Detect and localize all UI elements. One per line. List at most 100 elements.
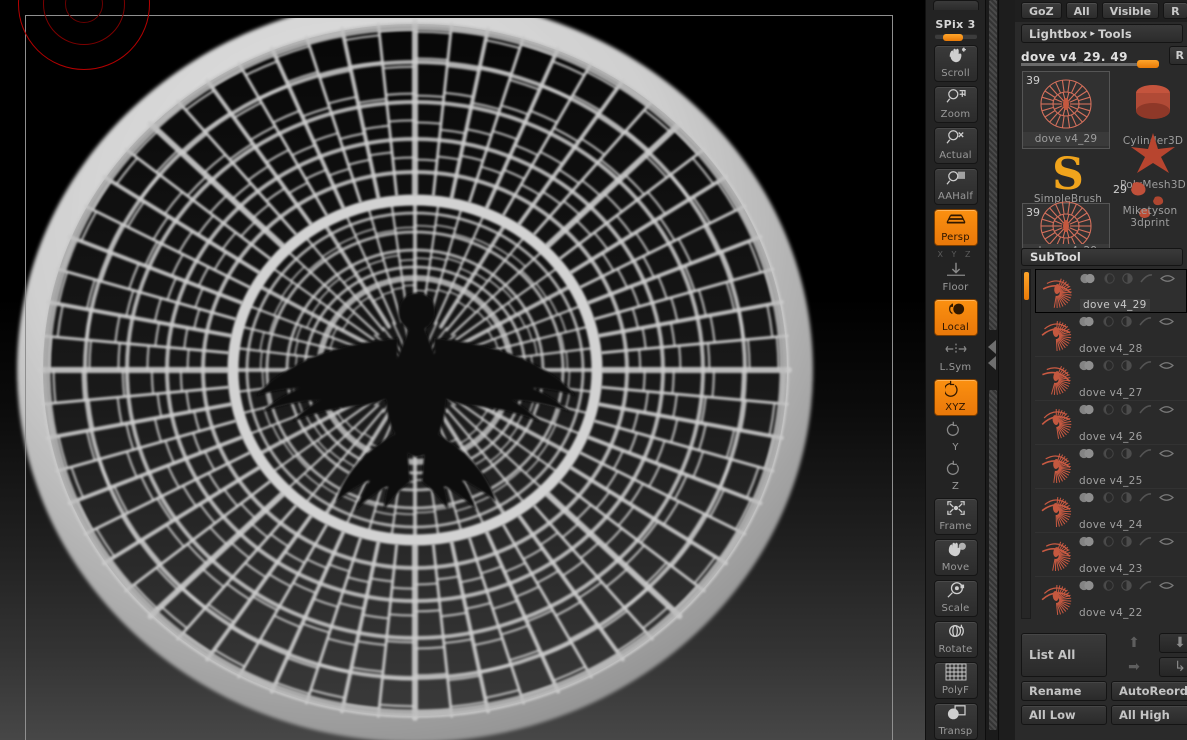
subtool-row[interactable]: dove v4_26 (1035, 401, 1187, 445)
contrast-icon[interactable] (1121, 404, 1132, 418)
canvas-vertical-scrollbar[interactable] (985, 0, 999, 740)
current-tool-slider[interactable]: dove v4_29. 49 R (1021, 47, 1183, 67)
contrast-icon[interactable] (1121, 448, 1132, 462)
eye-icon[interactable] (1159, 404, 1174, 418)
tool-button-transp[interactable]: Transp (934, 703, 978, 740)
spix-knob[interactable] (943, 34, 963, 41)
moon-icon[interactable] (1104, 273, 1115, 287)
tool-button-polyf[interactable]: PolyF (934, 662, 978, 699)
eye-icon[interactable] (1159, 580, 1174, 594)
subtool-row[interactable]: dove v4_24 (1035, 489, 1187, 533)
tool-button-l-sym[interactable]: L.Sym (934, 340, 978, 375)
subtool-row-icons[interactable] (1079, 448, 1174, 462)
palette-top-buttons[interactable]: GoZAllVisibleR (1015, 0, 1187, 22)
tool-button-floor[interactable]: Floor (934, 260, 978, 295)
subtool-list[interactable]: dove v4_29dove v4_28dove v4_27dove v4_26… (1021, 269, 1187, 619)
visibility-toggle-icon[interactable] (1079, 536, 1096, 550)
slash-icon[interactable] (1139, 316, 1152, 330)
contrast-icon[interactable] (1121, 536, 1132, 550)
subtool-autoreorder-button[interactable]: AutoReorder (1111, 681, 1187, 701)
palette-button-all[interactable]: All (1066, 2, 1098, 19)
contrast-icon[interactable] (1121, 492, 1132, 506)
contrast-icon[interactable] (1121, 580, 1132, 594)
tool-button-z[interactable]: Z (934, 459, 978, 494)
palette-button-visible[interactable]: Visible (1102, 2, 1160, 19)
subtool-move-up-button[interactable]: ⬆ (1113, 633, 1155, 653)
slash-icon[interactable] (1139, 404, 1152, 418)
moon-icon[interactable] (1103, 404, 1114, 418)
eye-icon[interactable] (1159, 360, 1174, 374)
tool-button-persp[interactable]: Persp (934, 209, 978, 246)
visibility-toggle-icon[interactable] (1079, 360, 1096, 374)
tool-button-scale[interactable]: Scale (934, 580, 978, 617)
eye-icon[interactable] (1160, 273, 1175, 287)
subtool-row-icons[interactable] (1079, 536, 1174, 550)
contrast-icon[interactable] (1122, 273, 1133, 287)
eye-icon[interactable] (1159, 448, 1174, 462)
subtool-all-low-button[interactable]: All Low (1021, 705, 1107, 725)
contrast-icon[interactable] (1121, 316, 1132, 330)
subtool-row-icons[interactable] (1079, 316, 1174, 330)
subtool-rename-button[interactable]: Rename (1021, 681, 1107, 701)
moon-icon[interactable] (1103, 360, 1114, 374)
tool-button-scroll[interactable]: Scroll (934, 45, 978, 82)
subtool-row[interactable]: dove v4_25 (1035, 445, 1187, 489)
document-canvas[interactable] (0, 0, 925, 740)
visibility-toggle-icon[interactable] (1079, 580, 1096, 594)
tool-button-xyz[interactable]: XYZ (934, 379, 978, 416)
moon-icon[interactable] (1103, 536, 1114, 550)
subtool-row-icons[interactable] (1080, 273, 1175, 287)
subtool-buttons[interactable]: List All⬆⬇➡↳RenameAutoReorderAll LowAll … (1021, 633, 1187, 729)
spix-track[interactable] (935, 34, 977, 39)
eye-icon[interactable] (1159, 536, 1174, 550)
moon-icon[interactable] (1103, 448, 1114, 462)
tool-slider-knob[interactable] (1137, 60, 1159, 68)
palette-button-goz[interactable]: GoZ (1021, 2, 1062, 19)
tool-thumbnail-dove-v4-29[interactable]: 39dove v4_29 (1022, 71, 1110, 149)
slash-icon[interactable] (1139, 580, 1152, 594)
visibility-toggle-icon[interactable] (1079, 316, 1096, 330)
moon-icon[interactable] (1103, 580, 1114, 594)
tool-button-local[interactable]: Local (934, 299, 978, 336)
subtool-row[interactable]: dove v4_22 (1035, 577, 1187, 619)
slash-icon[interactable] (1139, 360, 1152, 374)
moon-icon[interactable] (1103, 492, 1114, 506)
scrollbar-thumb-lower[interactable] (989, 390, 997, 730)
tool-thumbnail-grid[interactable]: 39dove v4_29Cylinder3DPolyMesh3DSSimpleB… (1022, 71, 1187, 253)
slash-icon[interactable] (1140, 273, 1153, 287)
eye-icon[interactable] (1159, 492, 1174, 506)
lightbox-tools-bar[interactable]: Lightbox ▸ Tools (1021, 24, 1183, 43)
tool-thumbnail-miketyson-3dprint[interactable]: 29Miketyson 3dprint (1110, 181, 1187, 231)
subtool-row-icons[interactable] (1079, 580, 1174, 594)
palette-button-r[interactable]: R (1163, 2, 1187, 19)
subtool-row[interactable]: dove v4_29 (1035, 269, 1187, 313)
subtool-move-down-button[interactable]: ⬇ (1159, 633, 1187, 653)
spix-slider[interactable]: SPix 3 (926, 18, 985, 39)
slash-icon[interactable] (1139, 536, 1152, 550)
subtool-row-icons[interactable] (1079, 360, 1174, 374)
scroll-arrow-up-icon[interactable] (988, 340, 996, 354)
subtool-row[interactable]: dove v4_28 (1035, 313, 1187, 357)
visibility-toggle-icon[interactable] (1080, 273, 1097, 287)
tool-button-frame[interactable]: Frame (934, 498, 978, 535)
subtool-row-icons[interactable] (1079, 404, 1174, 418)
contrast-icon[interactable] (1121, 360, 1132, 374)
subtool-move-corner-button[interactable]: ↳ (1159, 657, 1187, 677)
moon-icon[interactable] (1103, 316, 1114, 330)
tool-button-y[interactable]: Y (934, 420, 978, 455)
tool-button-zoom[interactable]: Zoom (934, 86, 978, 123)
visibility-toggle-icon[interactable] (1079, 492, 1096, 506)
tool-button-actual[interactable]: Actual (934, 127, 978, 164)
tool-button-move[interactable]: Move (934, 539, 978, 576)
slash-icon[interactable] (1139, 448, 1152, 462)
slash-icon[interactable] (1139, 492, 1152, 506)
subtool-row[interactable]: dove v4_23 (1035, 533, 1187, 577)
palette-r-button[interactable]: R (1169, 46, 1187, 65)
subtool-row[interactable]: dove v4_27 (1035, 357, 1187, 401)
tool-button-rotate[interactable]: Rotate (934, 621, 978, 658)
tool-button-aahalf[interactable]: AAHalf (934, 168, 978, 205)
eye-icon[interactable] (1159, 316, 1174, 330)
scroll-arrow-down-icon[interactable] (988, 356, 996, 370)
right-toolbar[interactable]: SPix 3 ScrollZoomActualAAHalfPerspX Y ZF… (925, 0, 985, 740)
subtool-row-icons[interactable] (1079, 492, 1174, 506)
